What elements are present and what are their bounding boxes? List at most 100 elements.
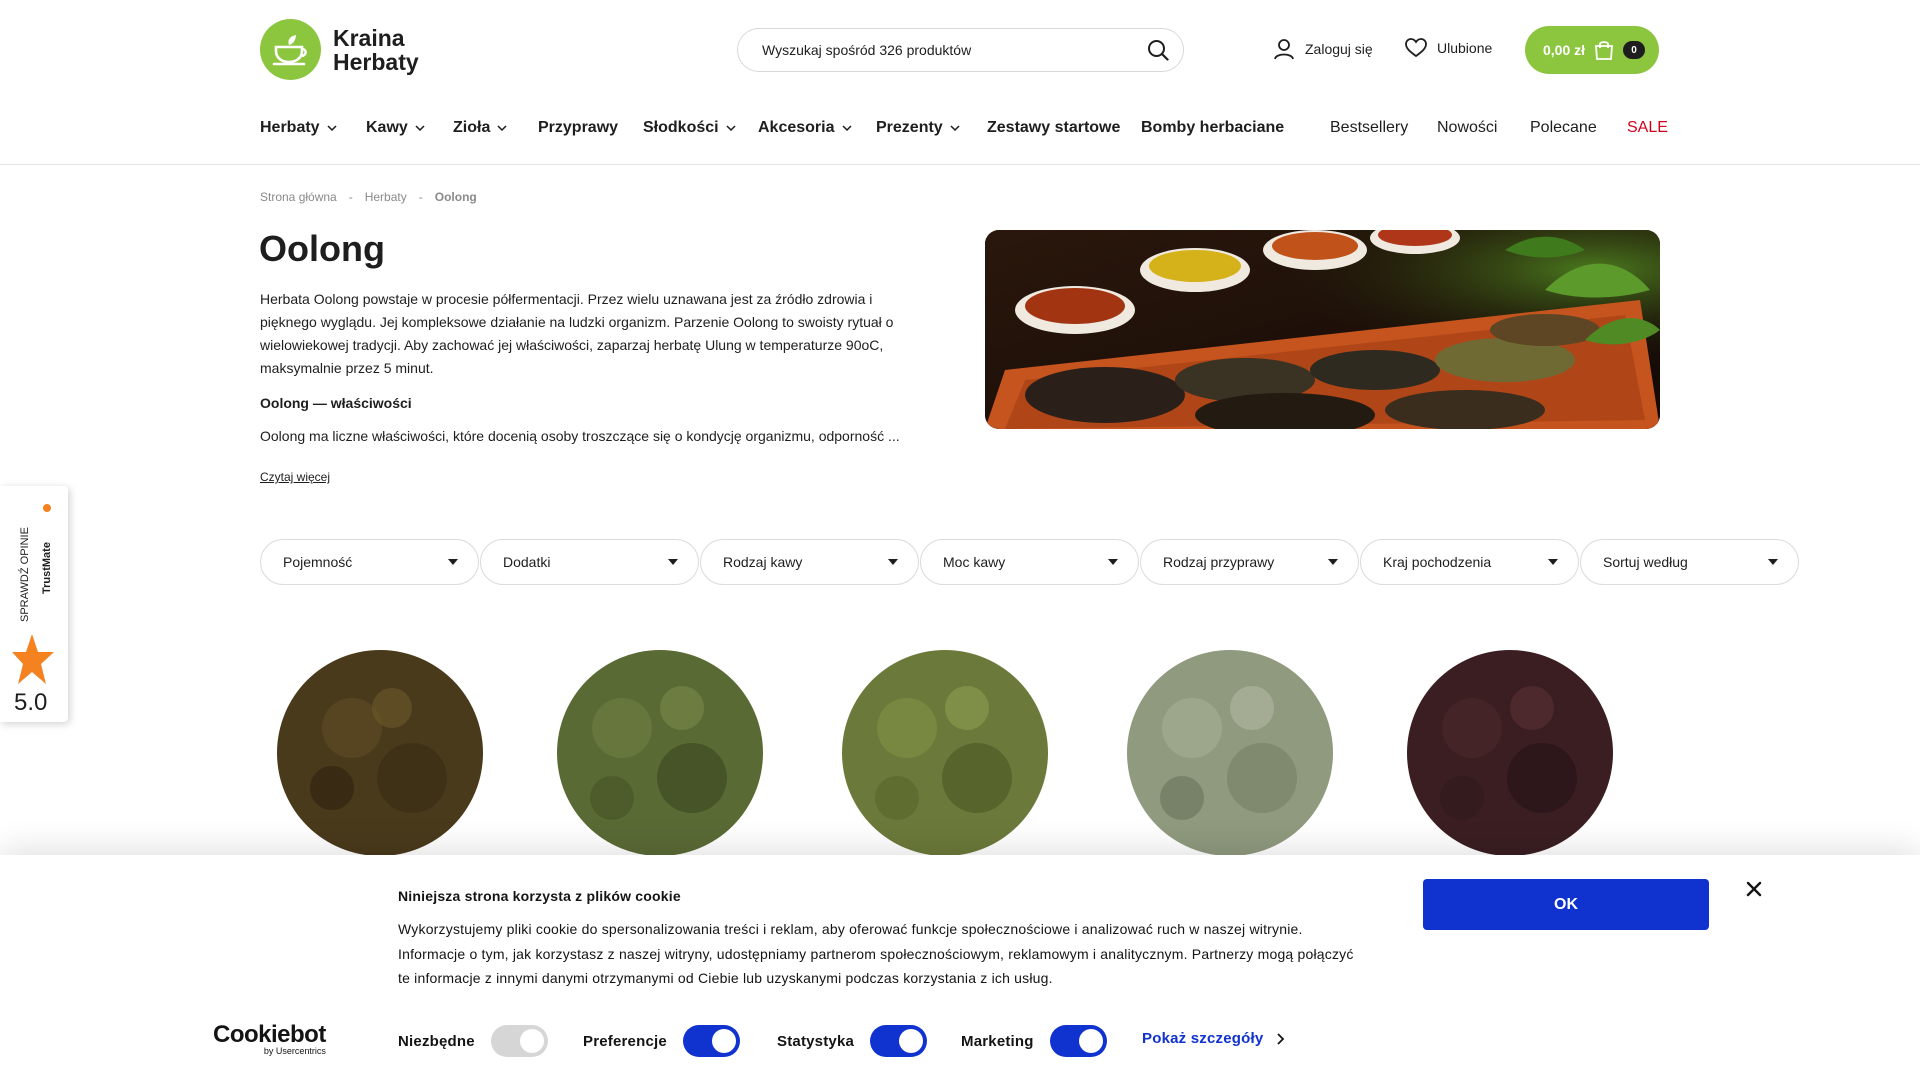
star-icon — [12, 634, 54, 684]
product-card[interactable] — [1390, 645, 1630, 860]
nav-label: Zestawy startowe — [987, 119, 1121, 136]
filter-label: Kraj pochodzenia — [1383, 554, 1492, 570]
preferences-switch[interactable] — [682, 1025, 740, 1057]
filter-rodzaj-przyprawy[interactable]: Rodzaj przyprawy — [1140, 539, 1359, 585]
logo-text: Kraina Herbaty — [333, 26, 419, 74]
caret-down-icon — [888, 559, 898, 565]
filter-kraj-pochodzenia[interactable]: Kraj pochodzenia — [1360, 539, 1579, 585]
logo[interactable]: Kraina Herbaty — [260, 19, 419, 80]
caret-down-icon — [1328, 559, 1338, 565]
nav-item-ziola[interactable]: Zioła — [453, 119, 507, 137]
toggle-label: Niezbędne — [398, 1032, 475, 1050]
favorites-label: Ulubione — [1437, 40, 1493, 56]
show-details-link[interactable]: Pokaż szczegóły — [1142, 1030, 1285, 1047]
search-input[interactable]: Wyszukaj spośród 326 produktów — [737, 28, 1184, 72]
filter-sortuj[interactable]: Sortuj według — [1580, 539, 1799, 585]
dark-red-oolong-image — [1407, 649, 1613, 856]
toggle-label: Marketing — [961, 1032, 1034, 1050]
main-nav: Herbaty Kawy Zioła Przyprawy Słodkości A… — [260, 119, 1668, 145]
nav-label: Kawy — [366, 119, 408, 136]
breadcrumb-separator: - — [348, 190, 353, 204]
nav-label: Słodkości — [643, 119, 719, 136]
breadcrumb: Strona główna - Herbaty - Oolong — [260, 190, 477, 204]
breadcrumb-herbaty[interactable]: Herbaty — [365, 190, 407, 204]
nav-item-przyprawy[interactable]: Przyprawy — [538, 119, 618, 137]
product-card[interactable] — [540, 645, 780, 860]
filter-dodatki[interactable]: Dodatki — [480, 539, 699, 585]
nav-item-bomby-herbaciane[interactable]: Bomby herbaciane — [1141, 119, 1284, 137]
tieguanyin-leaves-image — [842, 649, 1048, 856]
nav-label: Herbaty — [260, 119, 320, 136]
details-label: Pokaż szczegóły — [1142, 1030, 1264, 1047]
trustmate-label: SPRAWDŹ OPINIE TrustMate — [18, 504, 53, 622]
chevron-down-icon — [841, 125, 852, 131]
login-label: Zaloguj się — [1305, 41, 1373, 57]
teacup-icon — [260, 19, 321, 80]
cart-total: 0,00 zł — [1543, 42, 1586, 58]
toggle-label: Preferencje — [583, 1032, 667, 1050]
cookie-title: Niniejsza strona korzysta z plików cooki… — [398, 888, 681, 904]
trustmate-score: 5.0 — [14, 689, 48, 716]
trustmate-widget[interactable]: SPRAWDŹ OPINIE TrustMate 5.0 — [0, 486, 68, 722]
chevron-down-icon — [497, 125, 507, 131]
filter-label: Dodatki — [503, 554, 551, 570]
cookiebot-brand: Cookiebot — [213, 1021, 326, 1048]
ginseng-oolong-image — [1127, 649, 1333, 856]
read-more-link[interactable]: Czytaj więcej — [260, 470, 330, 484]
shopping-bag-icon — [1593, 39, 1615, 61]
toggle-niezbedne: Niezbędne — [398, 1025, 548, 1057]
nav-nowosci[interactable]: Nowości — [1437, 119, 1497, 137]
filter-pojemnosc[interactable]: Pojemność — [260, 539, 479, 585]
nav-label: Bomby herbaciane — [1141, 119, 1285, 136]
filter-bar: Pojemność Dodatki Rodzaj kawy Moc kawy R… — [260, 539, 1799, 585]
chevron-down-icon — [327, 125, 337, 131]
nav-label: Zioła — [453, 119, 491, 136]
nav-polecane[interactable]: Polecane — [1530, 119, 1597, 137]
marketing-switch[interactable] — [1049, 1025, 1107, 1057]
toggle-statystyka: Statystyka — [777, 1025, 928, 1057]
caret-down-icon — [1548, 559, 1558, 565]
breadcrumb-home[interactable]: Strona główna — [260, 190, 337, 204]
product-card[interactable] — [260, 645, 500, 860]
chevron-down-icon — [726, 125, 736, 131]
breadcrumb-current: Oolong — [434, 190, 477, 204]
cookie-body: Wykorzystujemy pliki cookie do spersonal… — [398, 921, 1354, 986]
close-icon[interactable] — [1742, 877, 1766, 901]
user-icon — [1273, 38, 1295, 60]
filter-label: Moc kawy — [943, 554, 1006, 570]
nav-sale[interactable]: SALE — [1627, 119, 1668, 137]
filter-rodzaj-kawy[interactable]: Rodzaj kawy — [700, 539, 919, 585]
nav-item-prezenty[interactable]: Prezenty — [876, 119, 960, 137]
search-placeholder: Wyszukaj spośród 326 produktów — [762, 42, 972, 58]
toggle-preferencje: Preferencje — [583, 1025, 740, 1057]
cart-button[interactable]: 0,00 zł 0 — [1525, 26, 1659, 74]
nav-item-zestawy-startowe[interactable]: Zestawy startowe — [987, 119, 1120, 137]
caret-down-icon — [448, 559, 458, 565]
green-oolong-leaves-image — [557, 649, 763, 856]
nav-item-akcesoria[interactable]: Akcesoria — [758, 119, 852, 137]
necessary-switch — [490, 1025, 548, 1057]
nav-bestsellery[interactable]: Bestsellery — [1330, 119, 1408, 137]
nav-item-slodkosci[interactable]: Słodkości — [643, 119, 736, 137]
filter-moc-kawy[interactable]: Moc kawy — [920, 539, 1139, 585]
toggle-marketing: Marketing — [961, 1025, 1107, 1057]
product-card[interactable] — [1110, 645, 1350, 860]
chevron-right-icon — [1277, 1032, 1285, 1045]
toggle-label: Statystyka — [777, 1032, 855, 1050]
nav-item-herbaty[interactable]: Herbaty — [260, 119, 337, 137]
caret-down-icon — [668, 559, 678, 565]
breadcrumb-separator: - — [418, 190, 423, 204]
category-subheading: Oolong — właściwości — [260, 395, 412, 411]
logo-line1: Kraina — [333, 24, 405, 51]
nav-label: Prezenty — [876, 119, 943, 136]
product-card[interactable] — [825, 645, 1065, 860]
dark-oolong-leaves-image — [277, 649, 483, 856]
statistics-switch[interactable] — [870, 1025, 928, 1057]
favorites-link[interactable]: Ulubione — [1405, 38, 1492, 58]
cookie-ok-button[interactable]: OK — [1423, 879, 1709, 930]
site-header: Kraina Herbaty Wyszukaj spośród 326 prod… — [0, 0, 1920, 165]
search-icon[interactable] — [1145, 37, 1171, 63]
nav-item-kawy[interactable]: Kawy — [366, 119, 425, 137]
filter-label: Sortuj według — [1603, 554, 1688, 570]
login-link[interactable]: Zaloguj się — [1273, 38, 1373, 60]
